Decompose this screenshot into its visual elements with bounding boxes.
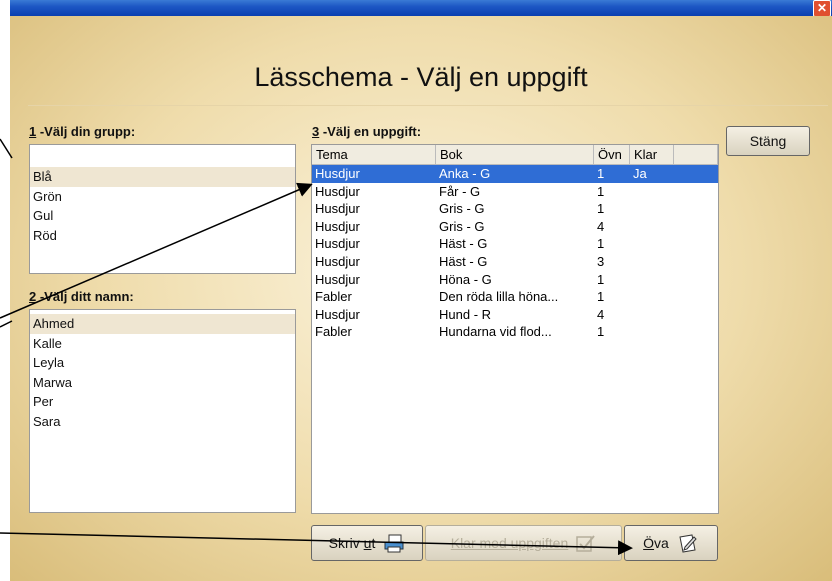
arrow-to-task-row: [0, 182, 313, 319]
arrow-to-group-list: [0, 138, 13, 159]
annotation-arrows: [0, 138, 633, 556]
arrow-to-practice-button: [0, 532, 633, 556]
arrow-to-name-list: [0, 320, 13, 328]
